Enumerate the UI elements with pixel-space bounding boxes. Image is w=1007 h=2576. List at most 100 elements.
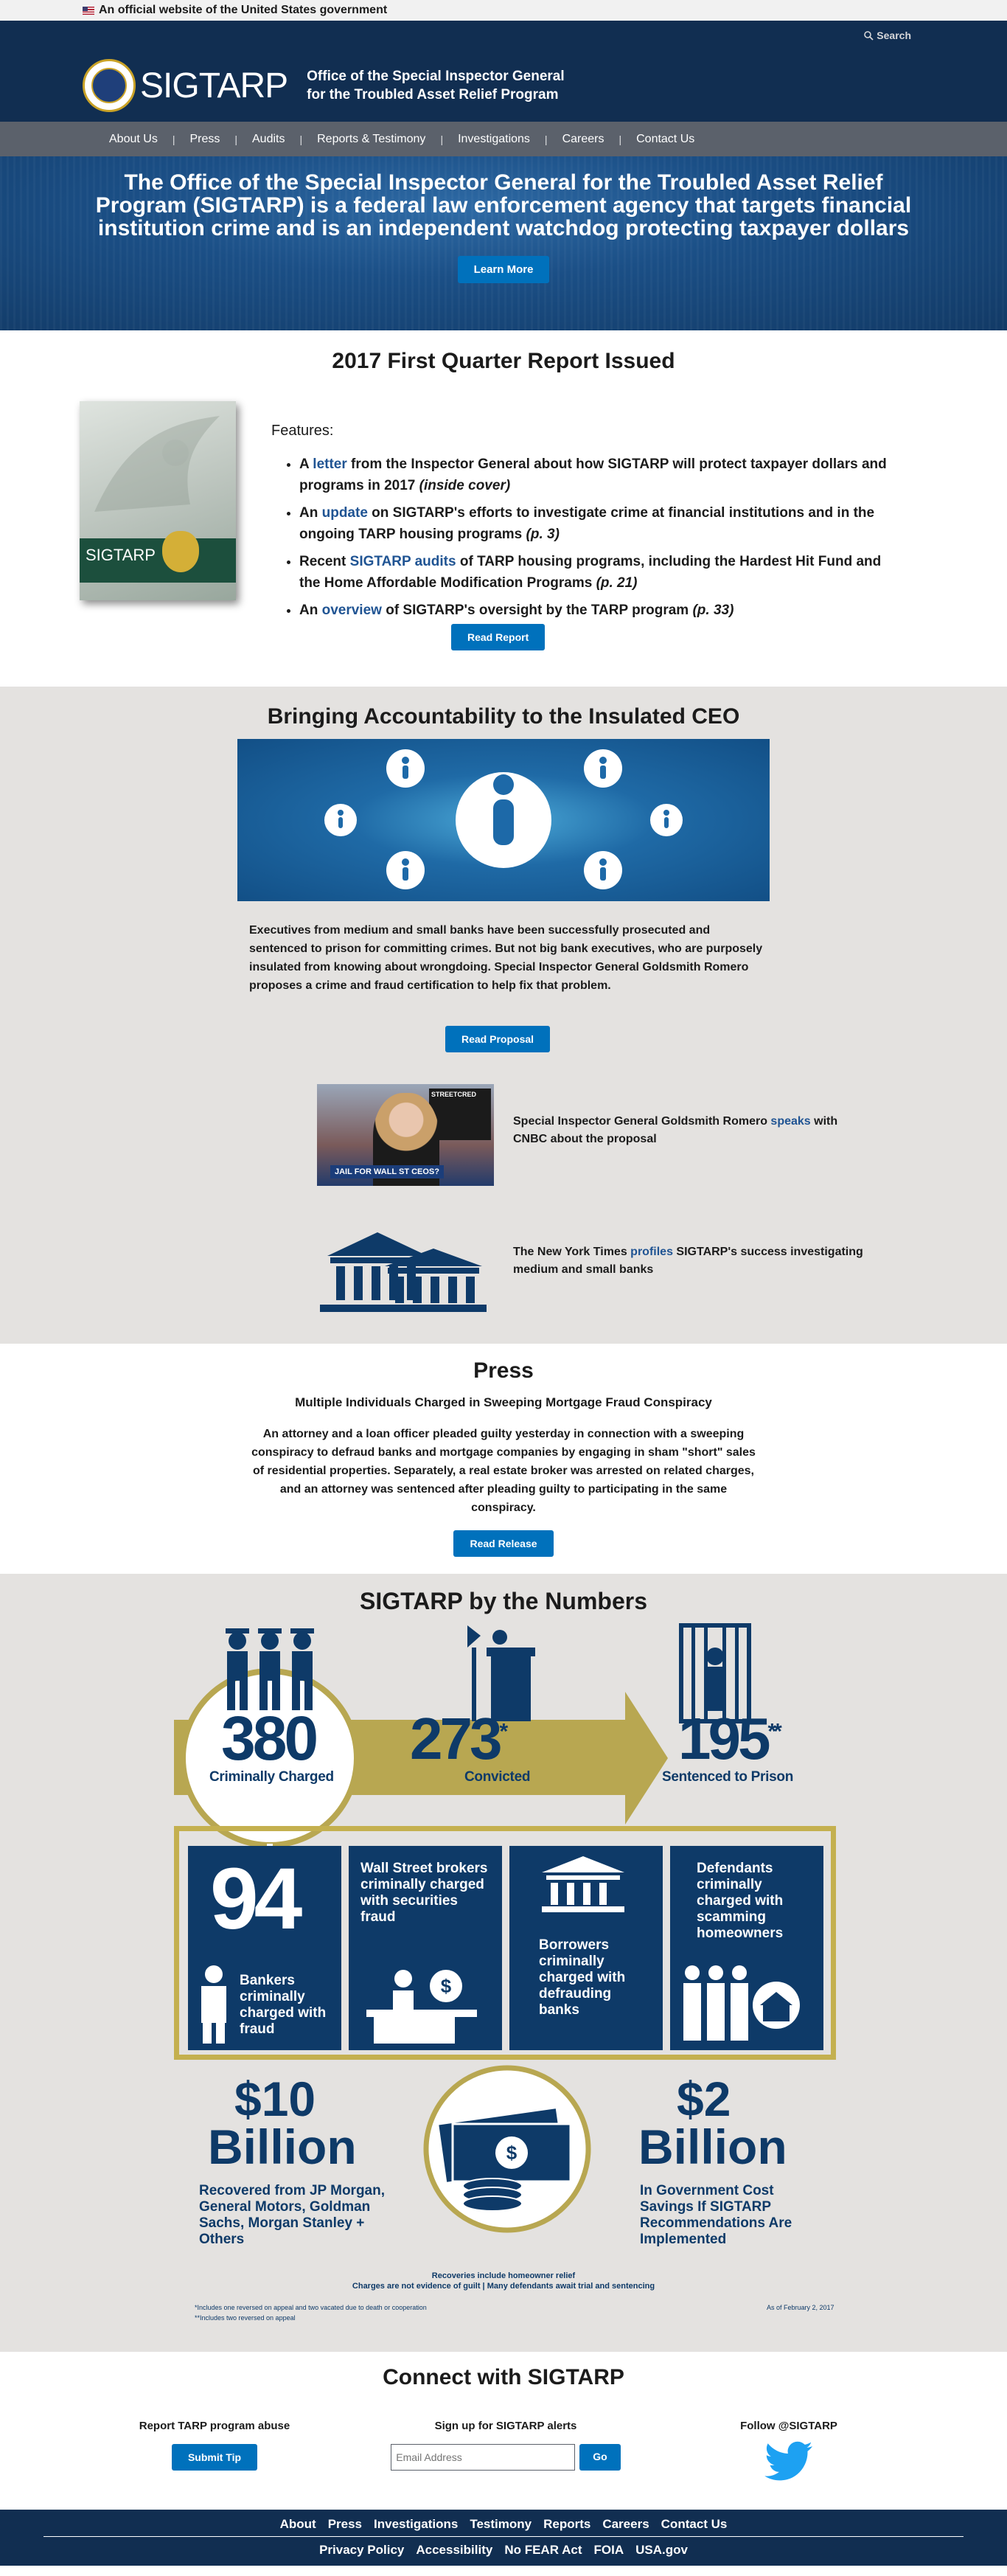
- nav-careers[interactable]: Careers: [548, 133, 619, 146]
- nav-separator: |: [234, 133, 237, 145]
- convicted-label: Convicted: [464, 1769, 531, 1785]
- features-title: Features:: [271, 423, 334, 439]
- nav-reports-testimony[interactable]: Reports & Testimony: [302, 133, 440, 146]
- defendants-label: Defendants criminally charged with scamm…: [697, 1861, 784, 1941]
- search-label: Search: [877, 29, 911, 41]
- gov-banner-text: An official website of the United States…: [99, 4, 388, 16]
- audits-link[interactable]: SIGTARP audits: [350, 554, 456, 569]
- read-proposal-button[interactable]: Read Proposal: [445, 1026, 551, 1052]
- money-stack-icon: $: [423, 2065, 591, 2233]
- search-icon: [864, 30, 874, 41]
- convicted-count: 273*: [410, 1706, 508, 1771]
- charged-label: Criminally Charged: [209, 1769, 334, 1785]
- proposal-summary: Executives from medium and small banks h…: [249, 924, 763, 992]
- press-section: Press Multiple Individuals Charged in Sw…: [0, 1344, 1007, 1574]
- homeowners-icon: [683, 1965, 800, 2041]
- profiles-link[interactable]: profiles: [630, 1246, 673, 1258]
- footer-link-press[interactable]: Press: [328, 2517, 362, 2531]
- org-name-line2: for the Troubled Asset Relief Program: [307, 87, 559, 103]
- nav-investigations[interactable]: Investigations: [443, 133, 545, 146]
- nav-separator: |: [544, 133, 548, 145]
- email-input[interactable]: [391, 2444, 576, 2471]
- footer-link-no-fear-act[interactable]: No FEAR Act: [504, 2543, 582, 2557]
- read-release-button[interactable]: Read Release: [453, 1530, 554, 1557]
- org-name-line1: Office of the Special Inspector General: [307, 69, 565, 84]
- site-header: Search SIGTARP Office of the Special Ins…: [0, 21, 1007, 122]
- footer-link-foia[interactable]: FOIA: [593, 2543, 624, 2557]
- footer-link-reports[interactable]: Reports: [543, 2517, 590, 2531]
- nav-about-us[interactable]: About Us: [94, 133, 173, 146]
- footer-link-contact[interactable]: Contact Us: [661, 2517, 728, 2531]
- org-name: Office of the Special Inspector General …: [307, 67, 565, 104]
- logo-home-link[interactable]: SIGTARP Office of the Special Inspector …: [83, 59, 565, 112]
- nav-separator: |: [440, 133, 444, 145]
- nav-separator: |: [619, 133, 622, 145]
- cover-title: SIGTARP: [86, 546, 156, 564]
- alerts-column: Sign up for SIGTARP alerts Go: [388, 2420, 624, 2471]
- learn-more-button[interactable]: Learn More: [457, 256, 550, 283]
- cnbc-note: Special Inspector General Goldsmith Rome…: [513, 1115, 838, 1145]
- footer-link-privacy[interactable]: Privacy Policy: [319, 2543, 404, 2557]
- bankers-label: Bankers criminally charged with fraud: [240, 1973, 327, 2037]
- wallstreet-label: Wall Street brokers criminally charged w…: [360, 1861, 488, 1925]
- borrowers-label: Borrowers criminally charged with defrau…: [539, 1937, 626, 2018]
- savings-unit: Billion: [638, 2120, 787, 2174]
- trader-desk-icon: $: [366, 1970, 477, 2044]
- cnbc-video-thumbnail[interactable]: STREETCRED JAIL FOR WALL ST CEOS?: [317, 1084, 494, 1186]
- twitter-column: Follow @SIGTARP: [737, 2420, 840, 2485]
- quarterly-report-section: 2017 First Quarter Report Issued SIGTARP…: [0, 330, 1007, 687]
- video-caption: JAIL FOR WALL ST CEOS?: [330, 1165, 444, 1178]
- feature-item: An update on SIGTARP's efforts to invest…: [299, 502, 905, 545]
- twitter-bird-icon[interactable]: [764, 2441, 814, 2482]
- ceo-network-illustration: [324, 749, 683, 889]
- defendants-cell: Defendants criminally charged with scamm…: [670, 1846, 823, 2050]
- footnote-convicted: *Includes one reversed on appeal and two…: [195, 2304, 427, 2311]
- nav-press[interactable]: Press: [175, 133, 234, 146]
- hero-statement: The Office of the Special Inspector Gene…: [95, 170, 912, 240]
- submit-tip-button[interactable]: Submit Tip: [171, 2444, 258, 2471]
- footer-divider: [43, 2536, 964, 2537]
- wallstreet-cell: Wall Street brokers criminally charged w…: [349, 1846, 502, 2050]
- press-title: Press: [473, 1358, 534, 1383]
- bank-building-icon: [320, 1232, 487, 1312]
- footer-link-accessibility[interactable]: Accessibility: [416, 2543, 492, 2557]
- video-tag: STREETCRED: [431, 1091, 477, 1098]
- accountability-section: Bringing Accountability to the Insulated…: [0, 687, 1007, 1344]
- footer-link-about[interactable]: About: [280, 2517, 316, 2531]
- nav-contact-us[interactable]: Contact Us: [621, 133, 709, 146]
- hero-banner: The Office of the Special Inspector Gene…: [0, 156, 1007, 330]
- go-button[interactable]: Go: [579, 2444, 621, 2471]
- sentenced-count: 195**: [678, 1706, 782, 1771]
- footer-link-usa-gov[interactable]: USA.gov: [635, 2543, 688, 2557]
- sentenced-label: Sentenced to Prison: [662, 1769, 794, 1785]
- savings-label: In Government Cost Savings If SIGTARP Re…: [640, 2183, 792, 2247]
- charges-note: Charges are not evidence of guilt | Many…: [352, 2282, 655, 2291]
- update-link[interactable]: update: [322, 505, 368, 521]
- alerts-label: Sign up for SIGTARP alerts: [434, 2420, 577, 2432]
- bankers-count: 94: [210, 1850, 302, 1948]
- feature-item: A letter from the Inspector General abou…: [299, 454, 905, 496]
- footer-link-investigations[interactable]: Investigations: [374, 2517, 458, 2531]
- footer-nav: About Press Investigations Testimony Reports…: [0, 2517, 1007, 2532]
- recoveries-note: Recoveries include homeowner relief: [431, 2271, 576, 2280]
- overview-link[interactable]: overview: [322, 603, 382, 618]
- as-of-date: As of February 2, 2017: [767, 2304, 834, 2311]
- report-cover-image[interactable]: SIGTARP: [80, 401, 236, 600]
- footnote-sentenced: **Includes two reversed on appeal: [195, 2314, 296, 2322]
- eagle-watermark-icon: [94, 416, 220, 512]
- nav-separator: |: [299, 133, 303, 145]
- letter-link[interactable]: letter: [313, 456, 346, 472]
- svg-text:$: $: [506, 2142, 518, 2164]
- footer-link-careers[interactable]: Careers: [602, 2517, 649, 2531]
- nav-audits[interactable]: Audits: [237, 133, 299, 146]
- including-breakdown-box: 94 Bankers criminally charged with fraud…: [174, 1826, 836, 2060]
- report-abuse-label: Report TARP program abuse: [139, 2420, 290, 2432]
- speaks-link[interactable]: speaks: [770, 1115, 810, 1128]
- borrowers-cell: Borrowers criminally charged with defrau…: [509, 1846, 663, 2050]
- feature-item: Recent SIGTARP audits of TARP housing pr…: [299, 551, 905, 594]
- insulated-ceo-graphic: [237, 739, 770, 901]
- read-report-button[interactable]: Read Report: [451, 624, 546, 650]
- follow-label: Follow @SIGTARP: [740, 2420, 837, 2432]
- footer-link-testimony[interactable]: Testimony: [470, 2517, 532, 2531]
- search-link[interactable]: Search: [864, 29, 911, 41]
